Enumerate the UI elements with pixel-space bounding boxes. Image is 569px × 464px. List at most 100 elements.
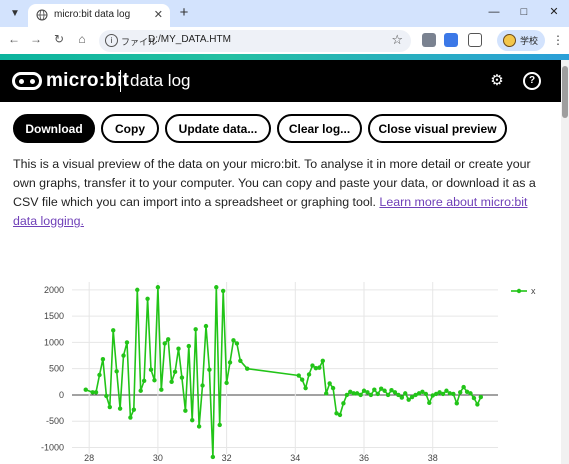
data-point — [306, 372, 312, 377]
x-tick-label: 34 — [290, 453, 300, 463]
data-point — [186, 343, 192, 349]
data-point — [128, 415, 133, 420]
data-point — [104, 393, 109, 399]
data-point — [227, 360, 233, 365]
data-point — [138, 388, 143, 393]
data-point — [179, 375, 185, 380]
data-point — [124, 340, 130, 345]
x-tick-label: 32 — [222, 453, 232, 463]
back-icon[interactable]: ← — [6, 32, 22, 46]
data-point — [245, 366, 250, 371]
settings-icon[interactable]: ⚙ — [488, 72, 506, 90]
data-point — [121, 353, 126, 358]
data-point — [114, 369, 119, 374]
data-point — [296, 373, 301, 378]
translate-icon[interactable] — [444, 33, 458, 47]
data-point — [165, 337, 171, 342]
y-tick-label: 1000 — [44, 337, 64, 347]
data-point — [317, 365, 322, 370]
y-tick-label: 0 — [59, 390, 64, 400]
info-icon[interactable]: i — [105, 34, 118, 47]
data-point — [183, 408, 188, 413]
data-point — [210, 454, 216, 460]
profile-button[interactable]: 学校 — [497, 30, 545, 51]
puzzle-icon[interactable] — [468, 33, 482, 47]
x-tick-label: 28 — [84, 453, 94, 463]
data-point — [169, 379, 174, 385]
maximize-icon[interactable]: □ — [509, 0, 539, 27]
data-point — [399, 395, 405, 400]
data-point — [337, 412, 343, 418]
data-point — [299, 377, 305, 382]
plus-icon[interactable]: + — [176, 4, 192, 21]
app-header: micro:bit data log ⚙ ? — [0, 60, 561, 102]
close-window-icon[interactable]: ✕ — [539, 0, 569, 27]
update-data-button[interactable]: Update data... — [165, 114, 271, 143]
brand-name: micro:bit — [46, 70, 130, 91]
star-icon[interactable]: ☆ — [391, 32, 403, 48]
data-point — [382, 388, 387, 393]
legend-marker — [516, 288, 522, 294]
home-icon[interactable]: ⌂ — [74, 32, 90, 46]
data-point — [238, 358, 243, 364]
browser-tab[interactable]: micro:bit data log ✕ — [28, 4, 170, 27]
data-point — [303, 385, 308, 391]
minimize-icon[interactable]: — — [479, 0, 509, 27]
data-point — [155, 285, 161, 290]
forward-icon[interactable]: → — [28, 32, 44, 46]
data-point — [403, 391, 408, 396]
browser-tabstrip: ▼ micro:bit data log ✕ + — □ ✕ — [0, 0, 569, 27]
legend-label: x — [531, 286, 536, 296]
data-point — [375, 391, 380, 397]
data-point — [83, 387, 88, 392]
page-scrollbar[interactable] — [561, 60, 569, 464]
data-point — [145, 296, 150, 302]
data-point — [207, 367, 212, 372]
extension-icon[interactable] — [422, 33, 436, 47]
y-tick-label: 2000 — [44, 285, 64, 295]
data-point — [330, 385, 336, 391]
kebab-menu-icon[interactable]: ⋮ — [552, 33, 564, 47]
data-point — [372, 387, 377, 392]
y-tick-label: 1500 — [44, 311, 64, 321]
data-point — [97, 372, 102, 378]
reload-icon[interactable]: ↻ — [51, 32, 67, 46]
y-tick-label: 500 — [49, 364, 64, 374]
data-point — [358, 392, 363, 398]
description: This is a visual preview of the data on … — [13, 155, 553, 231]
help-icon[interactable]: ? — [523, 72, 541, 90]
data-point — [234, 341, 240, 346]
menu-icon[interactable]: ▼ — [6, 5, 24, 23]
close-icon[interactable]: ✕ — [154, 8, 163, 21]
close-visual-preview-button[interactable]: Close visual preview — [368, 114, 507, 143]
data-point — [141, 378, 147, 383]
data-point — [478, 394, 484, 400]
address-bar[interactable]: i ファイル D:/MY_DATA.HTM ☆ — [99, 30, 411, 52]
header-divider — [120, 70, 121, 92]
data-point — [162, 341, 167, 346]
data-point — [176, 346, 181, 351]
data-point — [468, 391, 473, 396]
data-point — [217, 422, 222, 428]
profile-label: 学校 — [520, 36, 539, 46]
series-line — [85, 286, 482, 458]
data-point — [159, 387, 164, 392]
data-point — [475, 402, 480, 407]
clear-log-button[interactable]: Clear log... — [277, 114, 362, 143]
browser-toolbar: ← → ↻ ⌂ i ファイル D:/MY_DATA.HTM ☆ 学校 ⋮ — [0, 27, 569, 54]
data-point — [224, 380, 229, 386]
data-point — [423, 391, 429, 397]
url-text[interactable]: D:/MY_DATA.HTM — [148, 34, 231, 45]
window-controls: — □ ✕ — [479, 0, 569, 27]
data-point — [454, 401, 459, 406]
scrollbar-thumb[interactable] — [562, 66, 568, 118]
globe-icon — [36, 9, 48, 21]
data-point — [203, 323, 209, 329]
data-point — [231, 338, 236, 343]
download-button[interactable]: Download — [13, 114, 95, 143]
data-point — [471, 395, 477, 401]
y-tick-label: -1000 — [41, 442, 64, 452]
copy-button[interactable]: Copy — [101, 114, 159, 143]
data-point — [327, 381, 332, 386]
data-point — [111, 328, 116, 333]
